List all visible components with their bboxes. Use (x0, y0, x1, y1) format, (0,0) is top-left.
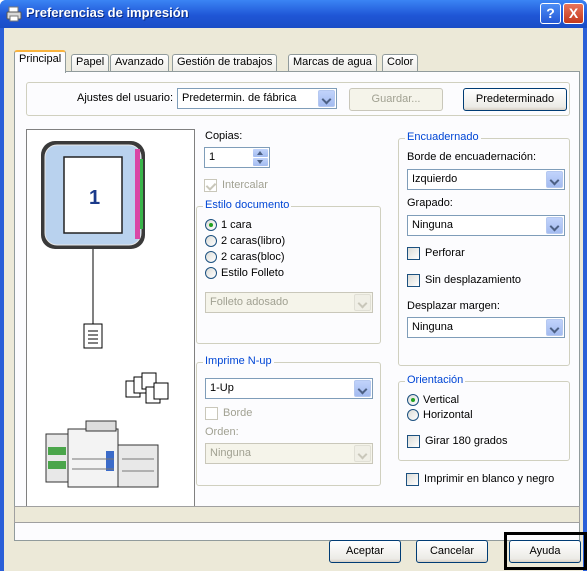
user-settings-select[interactable]: Predetermin. de fábrica (177, 88, 337, 109)
checkbox-icon (407, 274, 420, 287)
booklet-select[interactable]: Folleto adosado (205, 292, 373, 313)
printer-icon (6, 6, 22, 22)
binding-title: Encuadernado (405, 131, 481, 143)
staple-select[interactable]: Ninguna (407, 215, 565, 236)
copies-stepper[interactable]: 1 (204, 147, 270, 168)
nup-group: Imprime N-up 1-Up Borde Orden: Ninguna (196, 355, 381, 486)
checkbox-icon (406, 473, 419, 486)
orientation-horizontal-radio[interactable]: Horizontal (407, 409, 473, 422)
orientation-vertical-radio[interactable]: Vertical (407, 394, 459, 407)
help-button-highlight (504, 532, 587, 570)
close-button[interactable]: X (563, 3, 584, 24)
checkbox-icon (205, 407, 218, 420)
status-bar (14, 506, 580, 523)
binding-edge-label: Borde de encuadernación: (407, 151, 537, 163)
dialog-client: Principal Papel Avanzado Gestión de trab… (4, 28, 587, 571)
radio-selected-icon (407, 394, 419, 406)
checkbox-icon (407, 247, 420, 260)
tab-gestion-trabajos[interactable]: Gestión de trabajos (172, 54, 278, 72)
cancel-button[interactable]: Cancelar (416, 540, 488, 563)
document-style-title: Estilo documento (203, 199, 292, 211)
radio-icon (407, 409, 419, 421)
no-offset-checkbox[interactable]: Sin desplazamiento (407, 274, 521, 287)
radio-icon (205, 267, 217, 279)
style-folleto-radio[interactable]: Estilo Folleto (205, 267, 284, 280)
tab-panel-principal: Ajustes del usuario: Predetermin. de fáb… (14, 71, 580, 541)
punch-checkbox[interactable]: Perforar (407, 247, 465, 260)
document-icon (83, 323, 103, 349)
orientation-group: Orientación Vertical Horizontal Girar 18… (398, 374, 570, 461)
style-1-cara-radio[interactable]: 1 cara (205, 219, 252, 232)
staple-label: Grapado: (407, 197, 453, 209)
window-title: Preferencias de impresión (26, 5, 189, 20)
default-button[interactable]: Predeterminado (463, 88, 567, 111)
print-preferences-window: Preferencias de impresión ? X Principal … (0, 0, 587, 571)
order-select[interactable]: Ninguna (205, 443, 373, 464)
orientation-title: Orientación (405, 374, 466, 386)
black-white-checkbox[interactable]: Imprimir en blanco y negro (406, 473, 554, 486)
chevron-down-icon (354, 380, 371, 397)
nup-title: Imprime N-up (203, 355, 274, 367)
document-style-group: Estilo documento 1 cara 2 caras(libro) 2… (196, 199, 381, 344)
radio-selected-icon (205, 219, 217, 231)
collate-checkbox[interactable]: Intercalar (204, 179, 268, 192)
tab-marcas-agua[interactable]: Marcas de agua (288, 54, 377, 72)
chevron-down-icon (546, 217, 563, 234)
style-2-caras-libro-radio[interactable]: 2 caras(libro) (205, 235, 285, 248)
chevron-down-icon (354, 294, 371, 311)
nup-select[interactable]: 1-Up (205, 378, 373, 399)
margin-select[interactable]: Ninguna (407, 317, 565, 338)
tab-principal[interactable]: Principal (14, 50, 67, 73)
check-icon (204, 179, 217, 192)
spin-down-icon[interactable] (253, 158, 268, 166)
tab-papel[interactable]: Papel (71, 54, 110, 72)
chevron-down-icon (318, 90, 335, 107)
preview-area: 1 (26, 129, 195, 513)
user-settings-label: Ajustes del usuario: (77, 92, 173, 104)
save-button[interactable]: Guardar... (349, 88, 443, 111)
title-bar[interactable]: Preferencias de impresión ? X (0, 0, 587, 28)
copies-label: Copias: (205, 130, 243, 142)
chevron-down-icon (354, 445, 371, 462)
chevron-down-icon (546, 171, 563, 188)
chevron-down-icon (546, 319, 563, 336)
ok-button[interactable]: Aceptar (329, 540, 401, 563)
order-label: Orden: (205, 426, 239, 438)
margin-label: Desplazar margen: (407, 300, 500, 312)
spin-up-icon[interactable] (253, 149, 268, 157)
style-2-caras-bloc-radio[interactable]: 2 caras(bloc) (205, 251, 285, 264)
binding-edge-select[interactable]: Izquierdo (407, 169, 565, 190)
binding-group: Encuadernado Borde de encuadernación: Iz… (398, 131, 570, 366)
tab-color[interactable]: Color (382, 54, 419, 72)
radio-icon (205, 251, 217, 263)
copies-spin-buttons[interactable] (253, 149, 268, 166)
tab-avanzado[interactable]: Avanzado (110, 54, 169, 72)
help-title-button[interactable]: ? (540, 3, 561, 24)
radio-icon (205, 235, 217, 247)
checkbox-icon (407, 435, 420, 448)
nup-border-checkbox[interactable]: Borde (205, 407, 252, 420)
rotate-180-checkbox[interactable]: Girar 180 grados (407, 435, 508, 448)
preview-page-number: 1 (89, 187, 100, 209)
user-settings-group: Ajustes del usuario: Predetermin. de fáb… (26, 82, 570, 116)
